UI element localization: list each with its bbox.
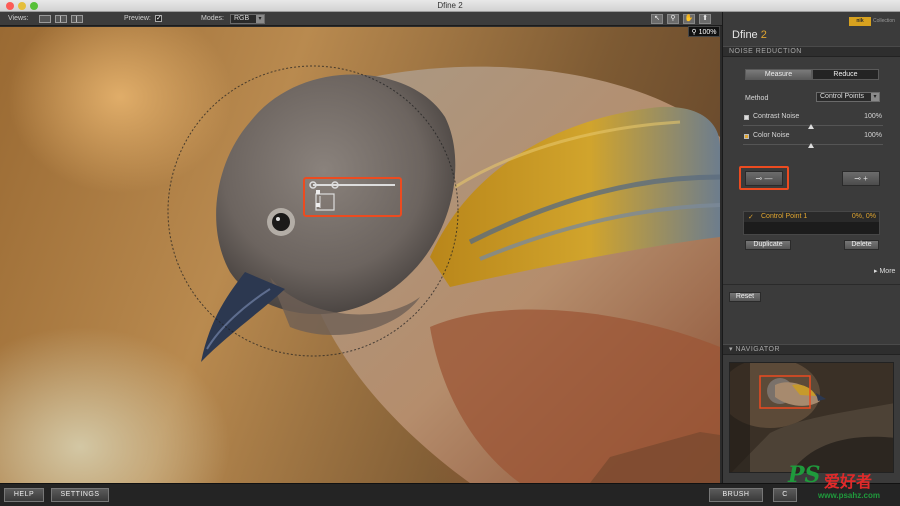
side-by-side-view-button[interactable] (71, 15, 83, 23)
bottom-bar: HELP SETTINGS BRUSH C (0, 483, 900, 506)
triangle-right-icon: ▸ (874, 268, 878, 275)
minus-button-highlight (739, 166, 789, 190)
chevron-down-icon: ▾ (256, 15, 264, 23)
checkmark-icon[interactable]: ✓ (748, 213, 754, 221)
nik-logo: nik (849, 17, 871, 26)
watermark-ps: PS (788, 462, 821, 488)
preview-checkbox[interactable]: ✓ (155, 15, 162, 22)
bird-photo (167, 65, 720, 483)
zoom-out-icon[interactable]: ↖ (651, 14, 663, 24)
control-point-list: ✓ Control Point 1 0%, 0% (743, 211, 880, 235)
window-title: Dfine 2 (437, 1, 463, 10)
color-noise-value: 100% (864, 132, 882, 139)
title-bar: Dfine 2 (0, 0, 900, 12)
site-watermark: PS 爱好者 www.psahz.com (784, 462, 896, 504)
zoom-level-value: 100% (698, 29, 717, 36)
magnifier-icon: ⚲ (691, 29, 697, 36)
color-noise-label: Color Noise (753, 132, 790, 139)
help-button[interactable]: HELP (4, 488, 44, 502)
method-label: Method (745, 95, 769, 102)
split-view-button[interactable] (55, 15, 67, 23)
add-control-point-plus-button[interactable]: ⊸ + (842, 171, 880, 186)
divider (723, 284, 900, 285)
more-toggle[interactable]: ▸ More (874, 267, 895, 275)
upload-icon[interactable]: ⬆ (699, 14, 711, 24)
navigator-image (730, 363, 893, 472)
reset-button[interactable]: Reset (729, 292, 761, 302)
brush-button[interactable]: BRUSH (709, 488, 763, 502)
control-point-value: 0%, 0% (851, 213, 876, 220)
control-point-name: Control Point 1 (761, 213, 808, 220)
control-point-row[interactable]: ✓ Control Point 1 0%, 0% (744, 212, 879, 222)
control-point-icon: ⊸ (854, 174, 861, 183)
single-view-button[interactable] (39, 15, 51, 23)
bird-eye (272, 213, 290, 231)
contrast-noise-value: 100% (864, 113, 882, 120)
mode-select[interactable]: RGB ▾ (230, 14, 265, 24)
contrast-noise-label: Contrast Noise (753, 113, 800, 120)
navigator-label: NAVIGATOR (735, 346, 781, 353)
settings-button[interactable]: SETTINGS (51, 488, 109, 502)
contrast-noise-slider-thumb[interactable] (808, 124, 814, 129)
navigator-header[interactable]: ▾ NAVIGATOR (723, 344, 900, 355)
preview-label: Preview: (124, 15, 151, 22)
panel-title: Dfine 2 (732, 29, 767, 41)
watermark-cn: 爱好者 (824, 474, 873, 491)
delete-button[interactable]: Delete (844, 240, 879, 250)
chevron-down-icon: ▾ (871, 93, 879, 101)
views-label: Views: (8, 15, 29, 22)
image-canvas[interactable] (0, 27, 720, 483)
triangle-down-icon: ▾ (729, 346, 734, 353)
zoom-level-indicator[interactable]: ⚲ 100% (688, 26, 720, 37)
color-noise-slider-thumb[interactable] (808, 143, 814, 148)
zoom-in-icon[interactable]: ⚲ (667, 14, 679, 24)
navigator-thumbnail[interactable] (729, 362, 894, 473)
dfine-window: Dfine 2 Views: Preview: ✓ Modes: RGB ▾ ↖… (0, 0, 900, 506)
modes-label: Modes: (201, 15, 224, 22)
plus-icon: + (863, 174, 868, 183)
brand-subtitle: Collection (873, 18, 895, 24)
reduce-tab[interactable]: Reduce (812, 69, 879, 80)
panel-title-main: Dfine (732, 29, 758, 41)
method-select[interactable]: Control Points ▾ (816, 92, 880, 102)
panel-title-version: 2 (760, 29, 767, 41)
measure-tab[interactable]: Measure (745, 69, 812, 80)
noise-reduction-header[interactable]: NOISE REDUCTION (723, 46, 900, 57)
method-select-value: Control Points (820, 93, 864, 100)
mode-select-value: RGB (234, 15, 250, 22)
watermark-url: www.psahz.com (818, 491, 880, 500)
right-panel: nik Collection Dfine 2 NOISE REDUCTION M… (722, 12, 900, 483)
more-label: More (879, 268, 896, 275)
hand-tool-icon[interactable]: ✋ (683, 14, 695, 24)
duplicate-button[interactable]: Duplicate (745, 240, 791, 250)
